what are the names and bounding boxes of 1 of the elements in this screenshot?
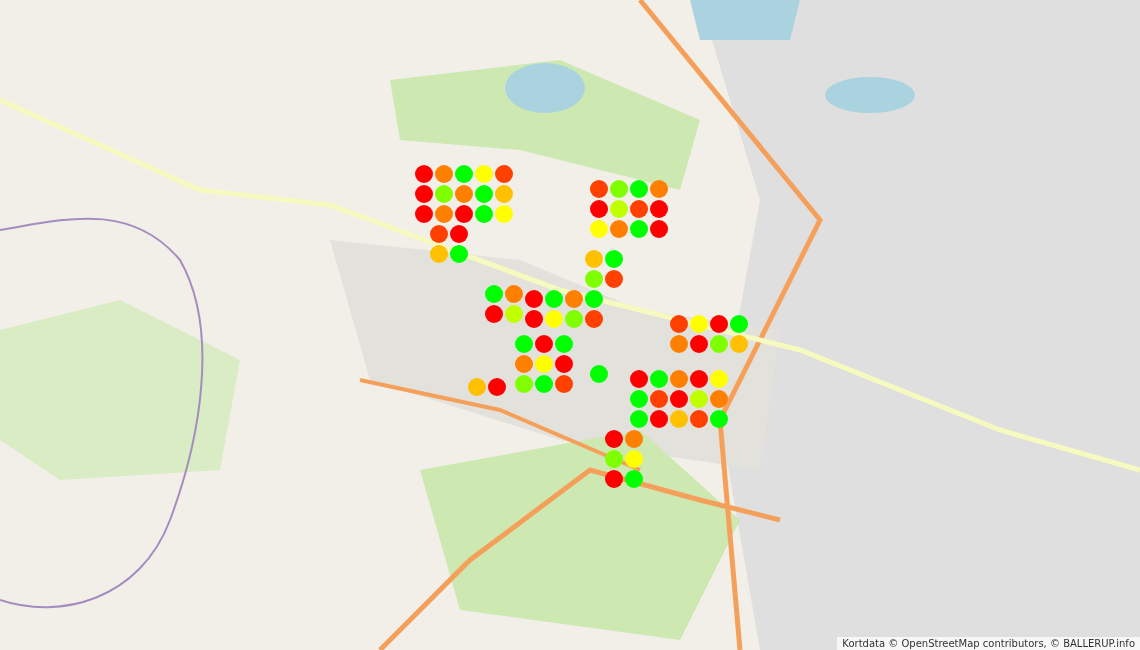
map-attribution: Kortdata © OpenStreetMap contributors, © BALLERUP.info [837, 637, 1140, 650]
